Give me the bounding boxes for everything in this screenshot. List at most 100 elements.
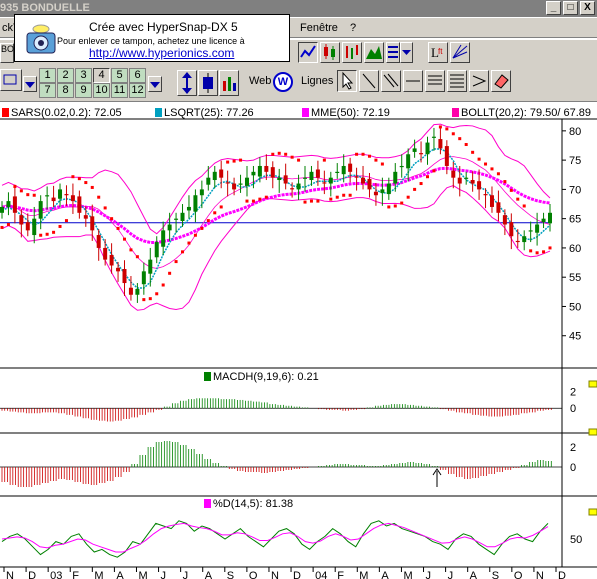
sar-dot-11 [71,175,75,179]
indicator-button[interactable] [219,70,239,96]
cursor-arrow-icon [342,71,354,90]
candle-body-8 [51,197,56,202]
month-label-18: M [403,570,412,579]
sar-dot-9 [58,224,62,228]
candle-chart-button[interactable] [320,42,340,63]
trend-tool-button[interactable] [450,42,470,63]
month-label-11: O [249,570,258,579]
candle-body-81 [522,236,527,243]
stamp-title: Crée avec HyperSnap-DX 5 [89,20,238,34]
legend-sars-label: SARS(0.02,0.2): 72.05 [11,107,122,119]
scale-button-2[interactable] [198,70,218,96]
line-chart-button[interactable] [298,42,318,63]
web-button[interactable]: W [273,72,293,92]
candle-body-13 [83,215,88,219]
bollinger-lower [1,185,551,311]
period-8-button[interactable]: 8 [57,83,74,98]
bar-chart-button[interactable] [342,42,362,63]
candle-body-64 [412,148,417,152]
candle-body-42 [270,167,275,178]
svg-text:ft: ft [438,47,443,56]
sar-dot-38 [245,199,249,203]
horizontal-line-icon [406,80,420,82]
sar-dot-62 [400,201,404,205]
font-button[interactable]: Lft [428,42,448,63]
legend-lsqrt: LSQRT(25): 77.26 [155,107,254,119]
chart-style-button[interactable] [386,42,400,63]
menu-item-fenetre[interactable]: Fenêtre [300,22,338,34]
sar-dot-46 [297,158,301,162]
sar-dot-41 [264,195,268,199]
candle-body-24 [154,242,159,258]
legend-mme-label: MME(50): 72.19 [311,107,390,119]
pointer-tool-button[interactable] [337,70,357,92]
minimize-button[interactable]: _ [546,1,561,15]
period-12-button[interactable]: 12 [129,83,146,98]
month-label-21: A [470,570,478,579]
stamp-link[interactable]: http://www.hyperionics.com [89,46,234,60]
month-label-3: F [72,570,79,579]
candle-body-49 [315,169,320,178]
period-2-button[interactable]: 2 [57,68,74,83]
sar-dot-25 [161,283,165,287]
sar-dot-67 [432,169,436,173]
levels-tool-button[interactable] [447,70,467,92]
price-tick-label-1: 75 [569,155,581,167]
sar-dot-79 [509,188,513,192]
period-dropdown[interactable] [23,76,37,92]
period-11-button[interactable]: 11 [111,83,128,98]
month-label-17: A [381,570,389,579]
zoom-button[interactable] [0,69,22,91]
menu-item-help[interactable]: ? [350,22,356,34]
candle-body-14 [90,216,95,231]
candle-body-43 [277,177,282,181]
chart-area[interactable]: 80 75 70 65 60 55 50 45 2 0 2 0 50 N D 03 F M A M J J A S O N D 04 F… [0,103,597,579]
ticker-button[interactable]: BO [0,43,14,63]
sar-dot-10 [64,219,68,223]
line-tool-button[interactable] [359,70,379,92]
period-1-button[interactable]: 1 [39,68,56,83]
candle-body-51 [328,177,333,184]
sar-dot-1 [6,223,10,227]
panel-marker-2 [588,508,597,516]
chart-style-dropdown[interactable] [400,42,413,63]
channel-tool-button[interactable] [381,70,401,92]
candle-body-37 [238,183,243,185]
price-tick-label-3: 65 [569,214,581,226]
month-label-15: F [337,570,344,579]
sar-dot-3 [19,189,23,193]
scale-button[interactable] [177,70,197,96]
sar-dot-33 [213,211,217,215]
chevron-right-icon [472,75,487,87]
period-3-button[interactable]: 3 [75,68,92,83]
period-more-button[interactable] [148,76,162,92]
fibonacci-tool-button[interactable] [425,70,445,92]
period-7-button[interactable]: 7 [39,83,56,98]
candle-body-63 [406,154,411,169]
period-5-button[interactable]: 5 [111,68,128,83]
chart-canvas[interactable]: 80 75 70 65 60 55 50 45 2 0 2 0 50 N D 03 F M A M J J A S O N D 04 F… [0,103,597,579]
candle-body-79 [509,222,514,237]
month-label-4: M [94,570,103,579]
period-9-button[interactable]: 9 [75,83,92,98]
macd1-tick-label-0: 2 [570,387,576,399]
sar-dot-42 [271,152,275,156]
month-label-20: J [448,570,454,579]
period-6-button[interactable]: 6 [129,68,146,83]
candle-body-70 [451,170,456,178]
maximize-button[interactable]: □ [563,1,578,15]
candle-body-73 [470,180,475,184]
area-chart-button[interactable] [364,42,384,63]
fan-icon [452,44,468,59]
legend-stoch-label: %D(14,5): 81.38 [213,498,294,510]
period-4-button[interactable]: 4 [93,68,110,83]
price-tick-label-0: 80 [569,126,581,138]
month-label-1: D [28,570,36,579]
hline-tool-button[interactable] [403,70,423,92]
period-10-button[interactable]: 10 [93,83,110,98]
arrow-tool-button[interactable] [469,70,489,92]
close-button[interactable]: X [580,1,595,15]
candle-body-3 [19,215,24,225]
eraser-tool-button[interactable] [491,70,511,92]
candle-body-84 [541,218,546,223]
